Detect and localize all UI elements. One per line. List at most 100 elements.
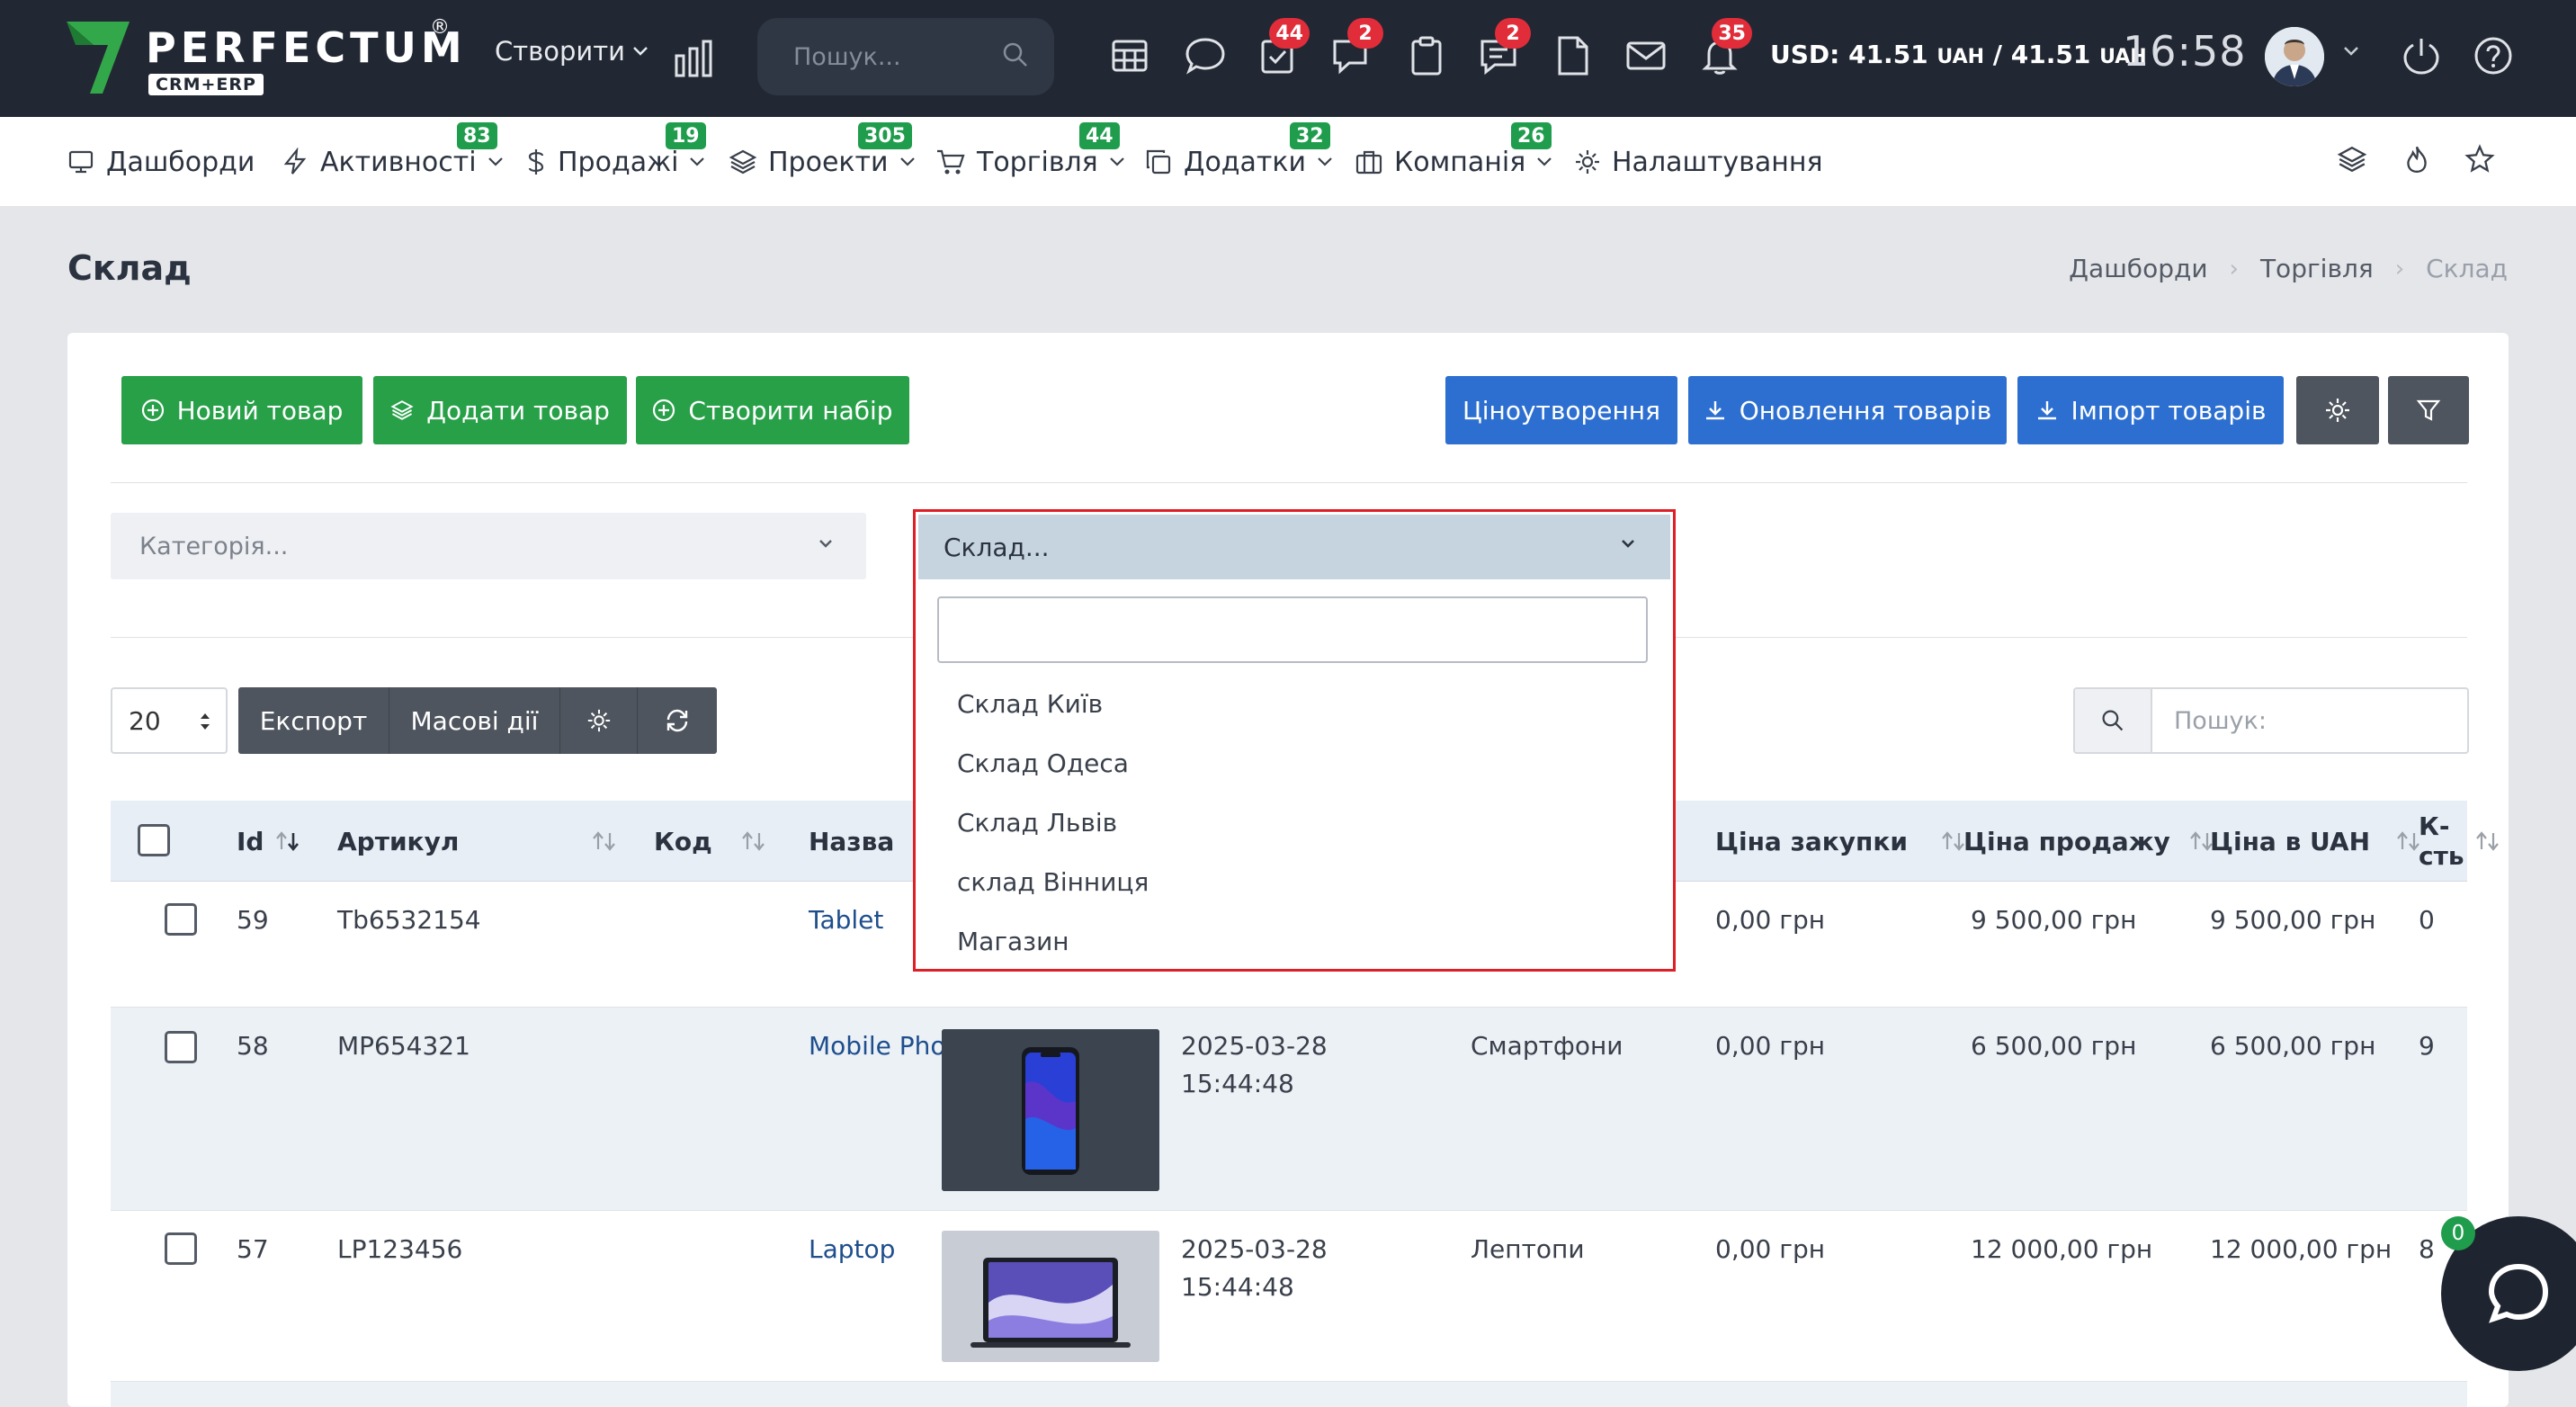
product-link[interactable]: Tablet <box>809 901 883 939</box>
sort-icon[interactable] <box>591 829 618 853</box>
create-set-button[interactable]: Створити набір <box>636 376 909 444</box>
logo[interactable]: PERFECTUM ® CRM+ERP <box>63 16 462 101</box>
document-icon[interactable] <box>1551 34 1594 77</box>
discussions-button[interactable]: 2 <box>1329 18 1383 77</box>
nav-item-company[interactable]: Компанія 26 <box>1355 122 1552 180</box>
column-header-sale-price[interactable]: Ціна продажу <box>1963 801 2170 882</box>
product-link[interactable]: Laptop <box>809 1231 895 1268</box>
notes-button[interactable]: 2 <box>1477 18 1531 77</box>
chevron-down-icon[interactable] <box>2342 45 2360 58</box>
tasks-button[interactable]: 44 <box>1256 18 1310 77</box>
help-icon[interactable] <box>2472 34 2515 77</box>
create-menu[interactable]: Створити <box>495 36 648 67</box>
column-header-sku[interactable]: Артикул <box>337 801 459 882</box>
column-header-purchase-price[interactable]: Ціна закупки <box>1715 801 1908 882</box>
product-image[interactable] <box>942 1029 1159 1191</box>
breadcrumb-link[interactable]: Дашборди <box>2069 254 2207 283</box>
pricing-button[interactable]: Ціноутворення <box>1445 376 1677 444</box>
table-row[interactable]: 57 LP123456 Laptop 2025-03-28 15:44:48 Л… <box>111 1211 2467 1382</box>
cell-sku: Tb6532154 <box>337 905 481 935</box>
nav-item-dashboards[interactable]: Дашборди <box>67 144 255 180</box>
power-icon[interactable] <box>2400 34 2443 77</box>
calendar-icon[interactable] <box>1108 34 1151 77</box>
table-search-placeholder: Пошук: <box>2174 706 2267 735</box>
settings-button[interactable] <box>2296 376 2379 444</box>
breadcrumb-separator: › <box>2229 255 2239 282</box>
nav-item-sales[interactable]: Продажі 19 <box>525 122 706 180</box>
cell-quantity: 0 <box>2419 905 2435 935</box>
columns-settings-button[interactable] <box>560 687 638 754</box>
filter-button[interactable] <box>2388 376 2469 444</box>
cell-date: 2025-03-28 <box>1181 1234 1328 1264</box>
notifications-badge: 35 <box>1712 18 1752 49</box>
copy-icon <box>1146 149 1171 175</box>
logo-name: PERFECTUM <box>146 23 467 72</box>
sort-icon[interactable] <box>2474 829 2501 853</box>
mail-icon[interactable] <box>1624 34 1668 77</box>
row-checkbox[interactable] <box>165 1031 197 1063</box>
stats-icon[interactable] <box>673 38 714 79</box>
export-button[interactable]: Експорт <box>238 687 389 754</box>
warehouse-select[interactable]: Склад... <box>918 515 1670 579</box>
nav-label: Торгівля <box>977 146 1098 178</box>
update-products-label: Оновлення товарів <box>1739 395 1992 426</box>
sort-desc-icon[interactable] <box>274 829 301 853</box>
chat-badge: 0 <box>2441 1216 2475 1250</box>
warehouse-option[interactable]: Склад Львів <box>916 793 1673 852</box>
table-search-input[interactable]: Пошук: <box>2152 689 2467 752</box>
select-all-checkbox[interactable] <box>138 824 170 856</box>
new-product-button[interactable]: Новий товар <box>121 376 362 444</box>
layers-icon[interactable] <box>2337 144 2367 175</box>
nav-item-settings[interactable]: Налаштування <box>1574 144 1823 180</box>
fire-icon[interactable] <box>2402 144 2432 175</box>
column-header-quantity[interactable]: К-сть <box>2419 801 2467 882</box>
nav-item-addons[interactable]: Додатки 32 <box>1144 122 1333 180</box>
table-row[interactable]: 58 MP654321 Mobile Phone 2025-03-28 15:4… <box>111 1008 2467 1211</box>
warehouse-select-dropdown[interactable]: Склад... Склад Київ Склад Одеса Склад Ль… <box>913 509 1676 972</box>
table-search-button[interactable] <box>2075 689 2152 752</box>
nav-badge: 19 <box>666 122 706 149</box>
column-label: Ціна продажу <box>1963 826 2170 856</box>
breadcrumb: Дашборди › Торгівля › Склад <box>2069 254 2508 283</box>
column-header-code[interactable]: Код <box>654 801 712 882</box>
cell-category: Смартфони <box>1471 1031 1623 1061</box>
page-title: Склад <box>67 248 192 288</box>
bulk-actions-button[interactable]: Масові дії <box>389 687 560 754</box>
column-header-price-uah[interactable]: Ціна в UAH <box>2210 801 2370 882</box>
warehouse-option[interactable]: Склад Київ <box>916 674 1673 733</box>
warehouse-option[interactable]: склад Вінниця <box>916 852 1673 911</box>
row-checkbox[interactable] <box>165 903 197 936</box>
star-icon[interactable] <box>2464 144 2495 175</box>
breadcrumb-current: Склад <box>2426 254 2508 283</box>
create-set-label: Створити набір <box>688 395 893 426</box>
warehouse-search-input[interactable] <box>937 596 1648 663</box>
avatar[interactable] <box>2265 27 2324 86</box>
column-header-name[interactable]: Назва <box>809 801 894 882</box>
nav-item-activities[interactable]: Активності 83 <box>281 122 504 180</box>
product-image[interactable] <box>942 1231 1159 1362</box>
column-label: Id <box>237 826 264 856</box>
column-header-id[interactable]: Id <box>237 801 264 882</box>
update-products-button[interactable]: Оновлення товарів <box>1688 376 2007 444</box>
warehouse-option[interactable]: Магазин <box>916 911 1673 971</box>
category-select[interactable]: Категорія... <box>111 513 866 579</box>
table-row[interactable] <box>111 1382 2467 1407</box>
warehouse-option[interactable]: Склад Одеса <box>916 733 1673 793</box>
notifications-button[interactable]: 35 <box>1698 18 1752 77</box>
search-icon <box>1003 42 1027 67</box>
global-search-input[interactable]: Пошук... <box>757 18 1054 95</box>
page-length-select[interactable]: 20 <box>111 687 228 754</box>
create-label: Створити <box>495 36 625 67</box>
sort-icon[interactable] <box>740 829 767 853</box>
breadcrumb-link[interactable]: Торгівля <box>2260 254 2374 283</box>
chat-bubble-icon[interactable] <box>1184 34 1227 77</box>
add-product-button[interactable]: Додати товар <box>373 376 627 444</box>
nav-item-trade[interactable]: Торгівля 44 <box>935 122 1125 180</box>
refresh-button[interactable] <box>638 687 717 754</box>
column-label: Назва <box>809 826 895 856</box>
clipboard-icon[interactable] <box>1405 34 1448 77</box>
import-products-button[interactable]: Імпорт товарів <box>2017 376 2284 444</box>
row-checkbox[interactable] <box>165 1232 197 1265</box>
chevron-down-icon <box>1318 157 1332 166</box>
nav-item-projects[interactable]: Проекти 305 <box>729 122 916 180</box>
